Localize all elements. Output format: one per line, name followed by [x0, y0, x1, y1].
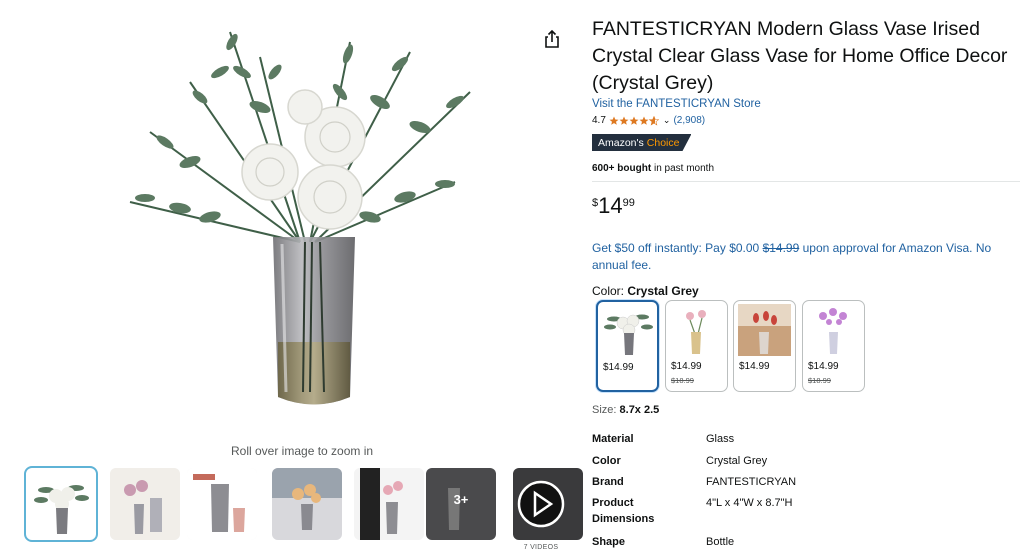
zoom-hint: Roll over image to zoom in — [231, 444, 374, 458]
thumbnail-4[interactable] — [272, 468, 342, 540]
color-swatch-crystal-grey[interactable]: $14.99 — [596, 300, 659, 392]
spec-key: Color — [592, 455, 621, 467]
size-label: Size: 8.7x 2.5 — [592, 404, 659, 416]
spec-value: Bottle — [706, 536, 735, 548]
thumbnail-3[interactable] — [187, 468, 257, 540]
spec-value: Crystal Grey — [706, 455, 768, 467]
amazons-choice-badge[interactable]: Amazon's Choice — [592, 134, 692, 151]
swatch-price: $14.99 — [671, 361, 702, 372]
promo-prefix: Get $50 off instantly: Pay $0.00 — [592, 241, 763, 255]
selected-color: Crystal Grey — [627, 284, 699, 298]
product-title: FANTESTICRYAN Modern Glass Vase Irised C… — [592, 18, 1008, 94]
color-swatch-3[interactable]: $14.99 — [733, 300, 796, 392]
spec-key: Brand — [592, 476, 624, 488]
color-label-prefix: Color: — [592, 284, 628, 298]
thumbnail-2[interactable] — [110, 468, 180, 540]
selected-size: 8.7x 2.5 — [619, 404, 660, 416]
spec-value: 4"L x 4"W x 8.7"H — [706, 497, 793, 509]
visa-promo-link[interactable]: Get $50 off instantly: Pay $0.00 $14.99 … — [592, 240, 1010, 274]
swatch-price: $14.99 — [808, 361, 839, 372]
rating-value: 4.7 — [592, 115, 606, 126]
swatch-old-price: $18.99 — [808, 376, 831, 385]
videos-caption: 7 VIDEOS — [523, 544, 559, 551]
main-product-image[interactable] — [110, 12, 490, 437]
bought-in-past-month: 600+ bought in past month — [592, 163, 714, 174]
swatch-price: $14.99 — [603, 362, 634, 373]
store-link[interactable]: Visit the FANTESTICRYAN Store — [592, 98, 761, 110]
swatch-old-price: $18.99 — [671, 376, 694, 385]
price: $ 14 99 — [592, 194, 635, 218]
spec-key: Shape — [592, 536, 626, 548]
thumbnail-1[interactable] — [24, 466, 98, 542]
color-label: Color: Crystal Grey — [592, 284, 699, 298]
bought-count: 600+ bought — [592, 163, 652, 174]
star-icon — [639, 116, 649, 125]
promo-strike-price: $14.99 — [762, 241, 800, 255]
color-swatch-2[interactable]: $14.99 $18.99 — [665, 300, 728, 392]
divider — [592, 181, 1020, 182]
badge-word: Choice — [646, 136, 680, 149]
star-icon — [629, 116, 639, 125]
half-star-icon — [648, 115, 659, 125]
price-fraction: 99 — [622, 197, 635, 209]
thumbnail-5[interactable] — [354, 468, 424, 540]
spec-key: Material — [592, 433, 634, 445]
bought-suffix: in past month — [651, 163, 714, 174]
star-rating[interactable] — [609, 115, 659, 126]
thumbnail-6[interactable]: 3+ — [426, 468, 496, 540]
spec-key: Product Dimensions — [592, 497, 655, 525]
badge-prefix: Amazon's — [598, 136, 644, 149]
review-count-link[interactable]: (2,908) — [673, 115, 705, 126]
color-swatch-4[interactable]: $14.99 $18.99 — [802, 300, 865, 392]
star-icon — [619, 116, 629, 125]
swatch-price: $14.99 — [739, 361, 770, 372]
rating-row: 4.7 ⌄ (2,908) — [592, 115, 705, 126]
thumbnail-video[interactable] — [513, 468, 583, 540]
size-label-prefix: Size: — [592, 404, 620, 416]
more-images-badge: 3+ — [453, 492, 469, 507]
spec-value: FANTESTICRYAN — [706, 476, 797, 488]
share-icon[interactable] — [542, 29, 562, 49]
star-icon — [609, 116, 619, 125]
spec-value: Glass — [706, 433, 735, 445]
price-whole: 14 — [598, 193, 623, 218]
chevron-down-icon[interactable]: ⌄ — [663, 115, 671, 126]
